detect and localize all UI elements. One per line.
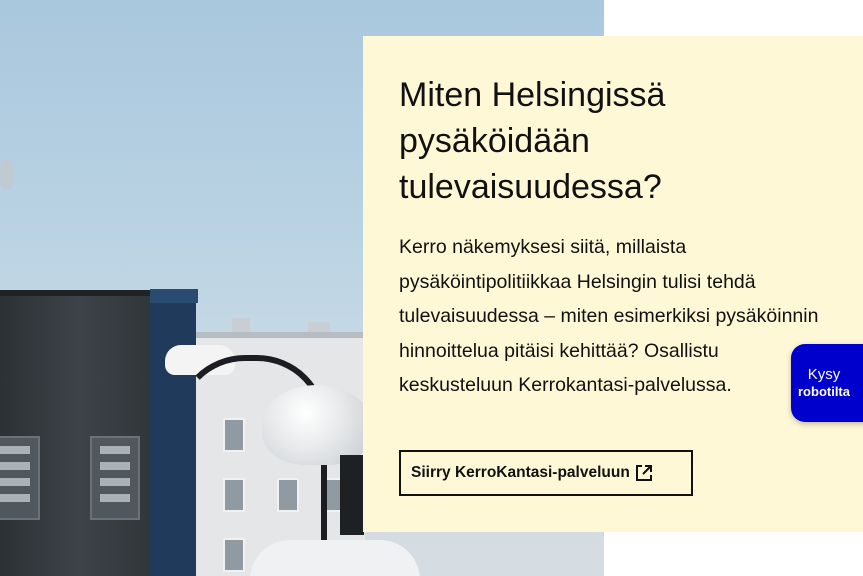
card-title: Miten Helsingissä pysäköidään tulevaisuu… [399, 76, 666, 206]
cta-label: Siirry KerroKantasi-palveluun [411, 464, 630, 481]
charging-station [0, 290, 160, 576]
info-card: Miten Helsingissä pysäköidään tulevaisuu… [363, 36, 863, 532]
chatbot-label-line2: robotilta [798, 384, 850, 399]
car-body [250, 540, 420, 576]
charging-station-top [150, 289, 198, 303]
charger-panel [0, 436, 40, 520]
chatbot-button[interactable]: Kysy robotilta [791, 344, 863, 422]
card-body: Kerro näkemyksesi siitä, millaista pysäk… [399, 236, 819, 396]
chatbot-label-line1: Kysy [807, 366, 841, 383]
car-side-mirror [262, 385, 372, 465]
external-link-icon [634, 463, 654, 483]
charger-panel [90, 436, 140, 520]
page: Miten Helsingissä pysäköidään tulevaisuu… [0, 0, 863, 576]
bird-shape [0, 160, 14, 190]
kerrokantasi-link-button[interactable]: Siirry KerroKantasi-palveluun [399, 450, 693, 496]
car-mirror-stem [340, 455, 364, 535]
